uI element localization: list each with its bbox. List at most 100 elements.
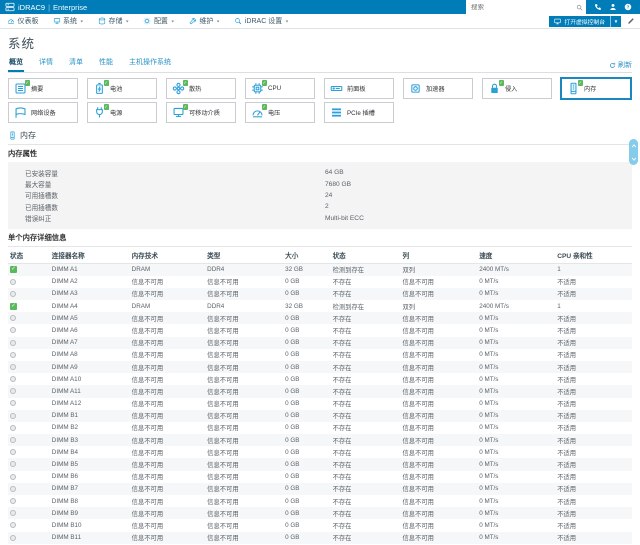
tab-2[interactable]: 详情 — [38, 55, 54, 72]
cell-speed: 0 MT/s — [479, 290, 499, 298]
scroll-up-button[interactable] — [629, 139, 638, 152]
cell-rank: 信息不可用 — [402, 535, 434, 543]
edit-pencil-icon[interactable] — [627, 17, 635, 25]
cell-state: 不存在 — [332, 510, 352, 518]
cell-state: 不存在 — [332, 535, 352, 543]
tile-label: 网络设备 — [31, 110, 56, 117]
menu-item-system[interactable]: 系统 ▼ — [53, 16, 84, 26]
tile-pcie-slots[interactable]: PCIe 插槽 — [324, 102, 394, 123]
status-unknown-icon — [10, 315, 16, 322]
cell-cpu-affinity: 不适用 — [557, 279, 577, 287]
cell-connector-name: DIMM A3 — [51, 290, 78, 298]
refresh-link[interactable]: 刷新 — [609, 60, 632, 72]
cell-status — [8, 312, 50, 324]
tile-front-panel[interactable]: 前面板 — [324, 78, 394, 99]
menu-item-config[interactable]: 配置 ▼ — [143, 16, 175, 26]
dimm-table-header-row: 状态 连接器名称 内存技术 类型 大小 状态列速度 CPU 亲和性 — [8, 245, 632, 264]
cell-size: 0 GB — [285, 509, 300, 517]
status-unknown-icon — [10, 339, 16, 346]
tab-5[interactable]: 主机操作系统 — [128, 55, 172, 72]
cell-rank: 信息不可用 — [402, 291, 434, 299]
menu-item-label: 存储 — [108, 18, 123, 25]
cell-cpu-affinity: 不适用 — [557, 486, 577, 494]
cell-state: 不存在 — [332, 279, 352, 287]
tab-1[interactable]: 概览 — [8, 55, 24, 72]
cell-state: 不存在 — [332, 413, 352, 421]
cell-connector-name: DIMM A9 — [51, 363, 78, 371]
tile-battery[interactable]: ✓ 电池 — [87, 78, 157, 99]
scroll-widget — [629, 139, 638, 165]
cell-state: 不存在 — [332, 522, 352, 530]
cell-size: 0 GB — [285, 339, 300, 347]
cell-speed: 0 MT/s — [479, 424, 499, 432]
cell-size: 0 GB — [285, 534, 300, 542]
scroll-down-button[interactable] — [629, 152, 638, 165]
cell-status — [8, 324, 50, 336]
table-row: DIMM A2 信息不可用 信息不可用 0 GB 不存在 信息不可用 0 MT/s 不适用 — [8, 276, 632, 288]
cell-state: 不存在 — [332, 327, 352, 335]
cell-type: 信息不可用 — [207, 510, 239, 518]
cell-connector-name: DIMM B2 — [51, 424, 79, 432]
tile-intrusion[interactable]: ✓ 侵入 — [482, 78, 552, 99]
cell-connector-name: DIMM B5 — [51, 461, 79, 469]
idrac-settings-icon — [234, 17, 242, 25]
cell-cpu-affinity: 不适用 — [557, 449, 577, 457]
cell-rank: 信息不可用 — [402, 462, 434, 470]
tile-cpu[interactable]: ✓ CPU — [245, 78, 315, 99]
chevron-down-icon: ▼ — [79, 19, 84, 23]
menu-item-idrac-settings[interactable]: iDRAC 设置 ▼ — [234, 16, 289, 26]
tile-cooling[interactable]: ✓ 散热 — [166, 78, 236, 99]
cell-rank: 信息不可用 — [402, 340, 434, 348]
tile-removable-media[interactable]: ✓ 可移动介质 — [166, 102, 236, 123]
user-icon[interactable] — [609, 3, 617, 11]
cell-type: 信息不可用 — [207, 401, 239, 409]
tabs: 概览 详情 清单 性能 主机操作系统 — [8, 55, 172, 72]
cell-size: 0 GB — [285, 278, 300, 286]
cell-connector-name: DIMM A5 — [51, 314, 78, 322]
tile-voltage[interactable]: ✓ 电压 — [245, 102, 315, 123]
tile-label: 侵入 — [505, 86, 518, 93]
storage-icon — [98, 17, 106, 25]
refresh-label: 刷新 — [618, 62, 632, 69]
cell-connector-name: DIMM B1 — [51, 412, 79, 420]
tabs-row: 概览 详情 清单 性能 主机操作系统 刷新 — [8, 55, 632, 73]
help-icon[interactable]: ? — [624, 3, 632, 11]
cell-memory-technology: 信息不可用 — [131, 498, 164, 506]
tile-accelerator[interactable]: 加速器 — [403, 78, 473, 99]
memory-section-icon — [8, 131, 17, 140]
chevron-down-icon: ▼ — [284, 19, 290, 23]
tile-power[interactable]: ✓ 电源 — [87, 102, 157, 123]
status-unknown-icon — [10, 363, 16, 370]
cell-status — [8, 385, 50, 397]
cell-memory-technology: 信息不可用 — [131, 401, 164, 409]
menu-item-maintenance[interactable]: 维护 ▼ — [189, 16, 220, 26]
cell-type: 信息不可用 — [207, 279, 239, 287]
cell-state: 不存在 — [332, 364, 352, 372]
cell-connector-name: DIMM B9 — [51, 509, 79, 517]
health-ok-badge: ✓ — [24, 80, 30, 86]
tile-network-devices[interactable]: 网络设备 — [8, 102, 78, 123]
memory-details-title: 单个内存详细信息 — [8, 232, 67, 242]
cell-status — [8, 288, 50, 300]
cell-cpu-affinity: 1 — [557, 266, 561, 274]
tile-memory[interactable]: ✓ 内存 — [561, 78, 631, 99]
tile-summary[interactable]: ✓ 摘要 — [8, 78, 78, 99]
cell-status — [8, 337, 50, 349]
search-input[interactable] — [471, 3, 576, 11]
attribute-row: 已安装容量 64 GB — [25, 167, 632, 178]
tile-label: 散热 — [189, 86, 202, 93]
tab-3[interactable]: 清单 — [68, 55, 84, 72]
menu-item-storage[interactable]: 存储 ▼ — [98, 16, 129, 26]
console-dropdown-button[interactable]: ▼ — [610, 15, 621, 27]
pcie-slots-icon — [330, 106, 343, 119]
cell-speed: 0 MT/s — [479, 485, 499, 493]
cell-size: 0 GB — [285, 363, 300, 371]
cell-size: 32 GB — [285, 302, 304, 310]
search-icon[interactable] — [576, 4, 583, 11]
cell-speed: 0 MT/s — [479, 521, 499, 529]
open-virtual-console-button[interactable]: 打开虚拟控制台 — [549, 15, 610, 27]
support-phone-icon[interactable] — [594, 3, 602, 11]
menu-item-dashboard[interactable]: 仪表板 — [7, 16, 39, 26]
tab-4[interactable]: 性能 — [98, 55, 114, 72]
cell-connector-name: DIMM B8 — [51, 497, 79, 505]
